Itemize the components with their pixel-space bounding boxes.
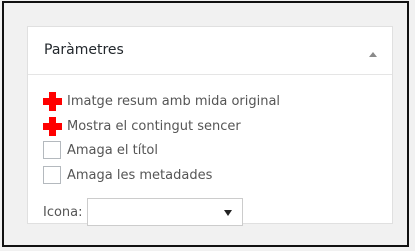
screenshot-frame: Paràmetres Imatge resum amb mida origina… bbox=[2, 1, 409, 247]
panel-header[interactable]: Paràmetres bbox=[28, 27, 392, 75]
checkbox-hide-title[interactable] bbox=[43, 141, 61, 159]
option-row-hide-title[interactable]: Amaga el títol bbox=[43, 140, 158, 160]
panel-title: Paràmetres bbox=[44, 42, 124, 58]
triangle-up-icon[interactable] bbox=[366, 45, 380, 57]
option-label: Amaga el títol bbox=[67, 142, 158, 158]
icon-select[interactable] bbox=[86, 198, 243, 226]
caret-down-icon bbox=[223, 210, 232, 216]
option-label: Imatge resum amb mida original bbox=[67, 93, 281, 109]
checkbox-original-size[interactable] bbox=[43, 92, 62, 111]
red-cross-icon bbox=[43, 117, 62, 136]
option-row-full-content[interactable]: Mostra el contingut sencer bbox=[43, 116, 241, 136]
option-row-original-size[interactable]: Imatge resum amb mida original bbox=[43, 91, 280, 111]
icon-select-label: Icona: bbox=[43, 204, 83, 220]
option-row-hide-metadata[interactable]: Amaga les metadades bbox=[43, 165, 212, 185]
red-cross-icon bbox=[43, 92, 62, 111]
option-label: Mostra el contingut sencer bbox=[67, 118, 241, 134]
checkbox-hide-metadata[interactable] bbox=[43, 166, 61, 184]
parameters-panel: Paràmetres Imatge resum amb mida origina… bbox=[27, 26, 393, 226]
option-label: Amaga les metadades bbox=[67, 167, 213, 183]
checkbox-full-content[interactable] bbox=[43, 117, 62, 136]
icon-select-row: Icona: bbox=[43, 198, 243, 226]
